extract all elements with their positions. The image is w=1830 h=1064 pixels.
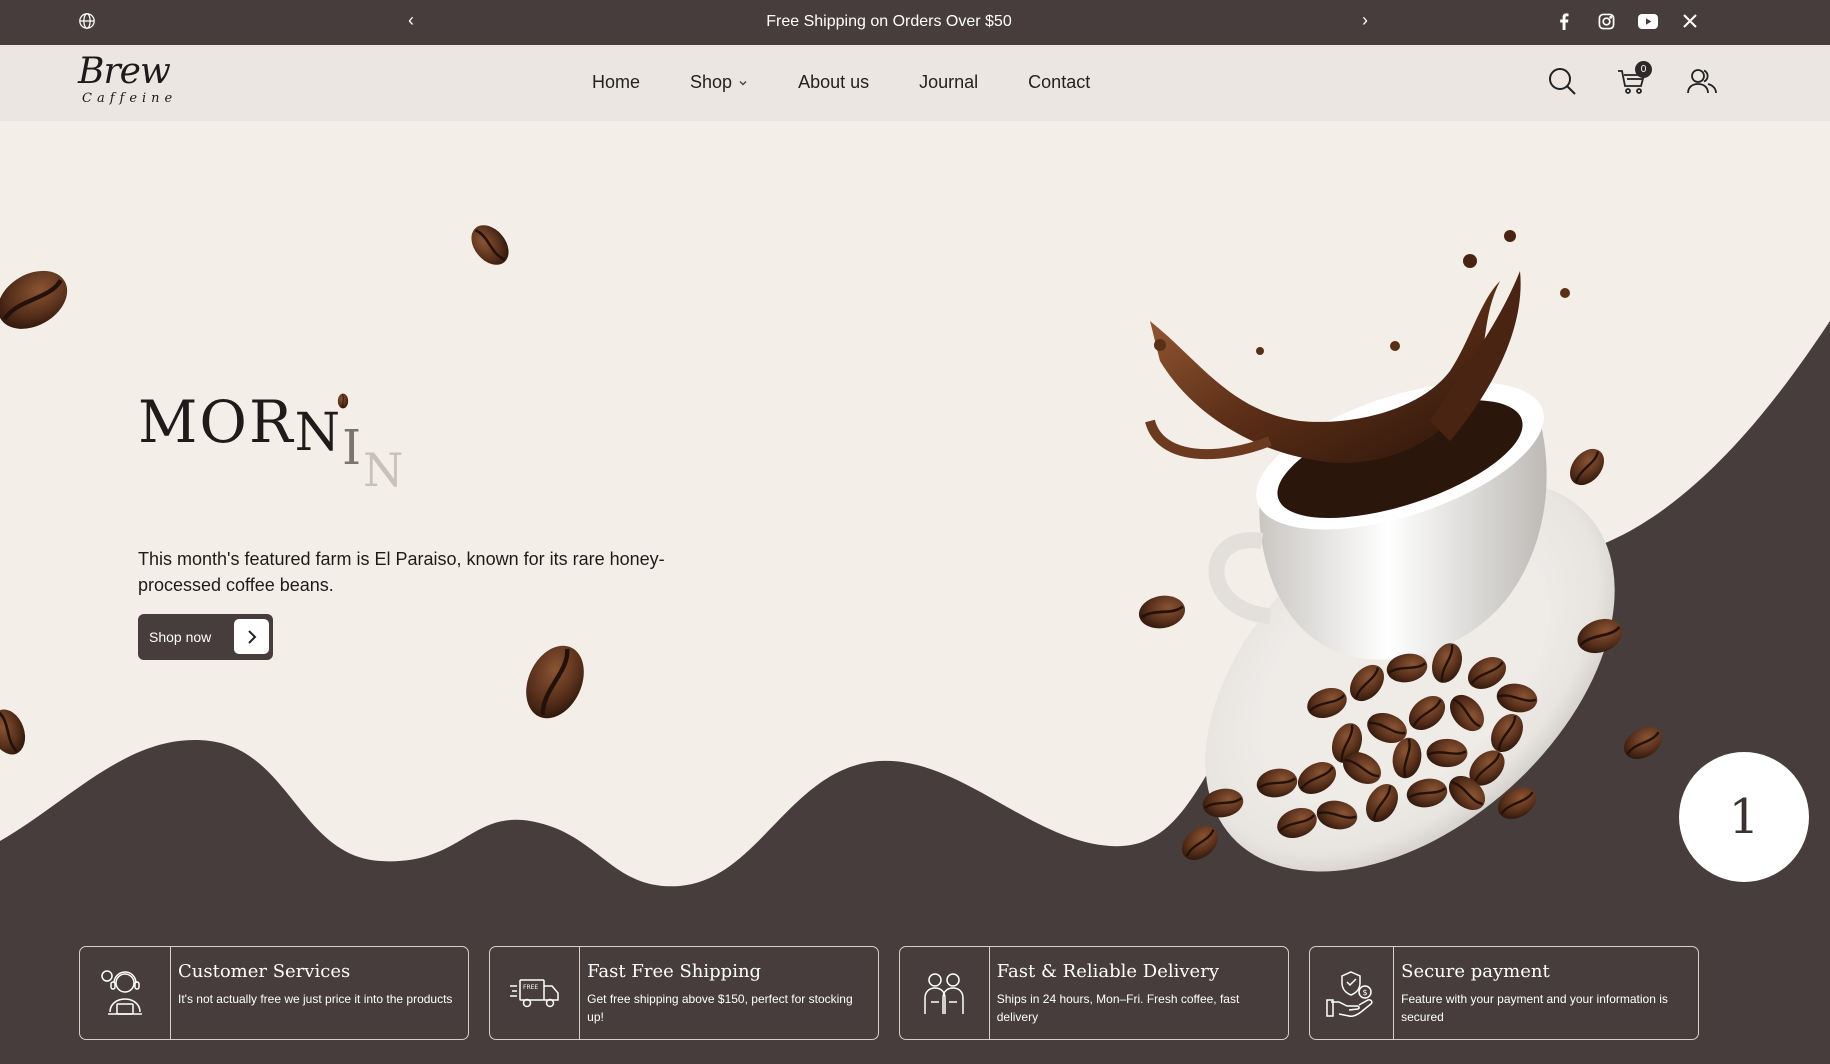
site-header: Brew Caffeine Home Shop About us Journal… [0, 45, 1830, 121]
hero-title: MORNIN [138, 388, 405, 497]
account-icon[interactable] [1686, 65, 1718, 97]
instagram-icon[interactable] [1596, 11, 1616, 31]
feature-description: Ships in 24 hours, Mon–Fri. Fresh coffee… [996, 992, 1240, 1024]
search-icon[interactable] [1546, 65, 1578, 97]
brand-logo[interactable]: Brew Caffeine [78, 51, 178, 107]
feature-title: Secure payment [1401, 961, 1550, 982]
arrow-right-icon [234, 619, 269, 654]
feature-title: Fast & Reliable Delivery [996, 961, 1219, 982]
shop-now-button[interactable]: Shop now [138, 614, 273, 660]
slide-number-indicator[interactable]: 1 [1679, 752, 1809, 882]
svg-text:$: $ [1362, 988, 1367, 997]
cart-count-badge: 0 [1635, 61, 1652, 78]
nav-contact[interactable]: Contact [1028, 72, 1090, 93]
feature-card: FREE Fast Free Shipping Get free shippin… [489, 946, 879, 1040]
social-links [1554, 11, 1700, 31]
main-navigation: Home Shop About us Journal Contact [592, 72, 1090, 93]
nav-journal[interactable]: Journal [919, 72, 978, 93]
hero-title-part-3: I [342, 420, 364, 476]
free-truck-icon: FREE [509, 979, 559, 1008]
x-icon[interactable] [1680, 11, 1700, 31]
secure-payment-icon: $ [1325, 971, 1373, 1017]
nav-shop[interactable]: Shop [690, 72, 748, 93]
feature-card: Customer Services It's not actually free… [79, 946, 469, 1040]
announcement-text: Free Shipping on Orders Over $50 [766, 13, 1012, 30]
feature-description: Feature with your payment and your infor… [1401, 992, 1668, 1024]
youtube-icon[interactable] [1638, 11, 1658, 31]
feature-card: $ Secure payment Feature with your payme… [1309, 946, 1699, 1040]
announcement-next-button[interactable]: › [1362, 10, 1368, 31]
customer-service-icon [101, 970, 142, 1015]
hero-description: This month's featured farm is El Paraiso… [138, 549, 665, 595]
logo-main-text: Brew [78, 51, 171, 92]
announcement-bar: ‹ Free Shipping on Orders Over $50 › [0, 0, 1830, 45]
delivery-people-icon [924, 973, 965, 1014]
header-actions: 0 [1546, 61, 1718, 97]
feature-title: Customer Services [178, 961, 351, 982]
hero-title-part-1: MOR [138, 388, 295, 456]
hero-title-part-2: N [294, 403, 343, 463]
nav-home[interactable]: Home [592, 72, 640, 93]
cart-button[interactable]: 0 [1616, 61, 1652, 97]
feature-card: Fast & Reliable Delivery Ships in 24 hou… [899, 946, 1289, 1040]
feature-description: Get free shipping above $150, perfect fo… [587, 992, 853, 1024]
features-row: Customer Services It's not actually free… [79, 946, 1699, 1040]
feature-title: Fast Free Shipping [587, 961, 762, 982]
chevron-down-icon [739, 80, 747, 85]
svg-text:FREE: FREE [523, 984, 538, 991]
shop-now-label: Shop now [149, 629, 212, 645]
nav-about[interactable]: About us [798, 72, 869, 93]
feature-description: It's not actually free we just price it … [178, 992, 453, 1006]
hero-title-part-4: N [363, 443, 406, 497]
nav-shop-label: Shop [690, 72, 733, 92]
facebook-icon[interactable] [1554, 11, 1574, 31]
logo-sub-text: Caffeine [82, 91, 178, 106]
